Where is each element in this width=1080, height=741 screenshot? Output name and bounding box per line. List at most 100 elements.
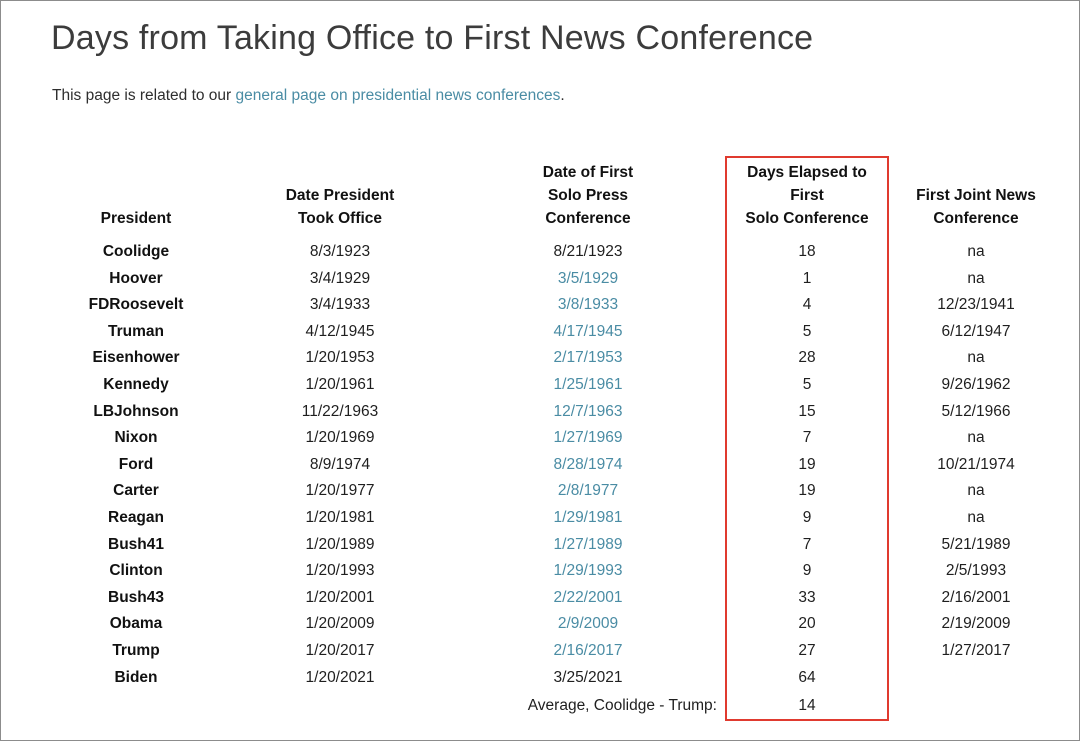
cell-solo-date[interactable]: 2/9/2009 (451, 611, 725, 638)
cell-president: FDRoosevelt (88, 296, 184, 314)
spacer-cell (1, 319, 43, 346)
cell-solo-date[interactable]: 2/17/1953 (451, 345, 725, 372)
cell-solo-date: 8/21/1923 (553, 243, 623, 260)
cell-joint-date: na (967, 508, 985, 526)
spacer-cell (1063, 638, 1079, 665)
cell-days-elapsed: 1 (802, 269, 812, 287)
cell-solo-date[interactable]: 3/8/1933 (451, 292, 725, 319)
cell-took-office: 1/20/2021 (305, 668, 375, 686)
table-header: President Date President Took Office Date… (1, 161, 1079, 239)
cell-president: Biden (114, 668, 158, 686)
cell-took-office: 1/20/1989 (305, 535, 375, 553)
cell-solo-date[interactable]: 1/29/1981 (451, 505, 725, 532)
table-body: Coolidge 8/3/1923 8/21/1923 18 na Hoover 3/4/1… (1, 239, 1079, 721)
table-header-row: President Date President Took Office Date… (1, 161, 1079, 239)
solo-conference-link[interactable]: 2/16/2017 (554, 642, 623, 659)
cell-solo-date: 3/25/2021 (553, 668, 623, 686)
spacer-cell (1063, 532, 1079, 559)
table-row: LBJohnson 11/22/1963 12/7/1963 15 5/12/1966 (1, 399, 1079, 426)
spacer-cell (1, 372, 43, 399)
cell-days-elapsed: 18 (798, 243, 816, 260)
spacer-cell (1063, 319, 1079, 346)
solo-conference-link[interactable]: 1/29/1993 (554, 562, 623, 579)
cell-days-elapsed: 5 (802, 375, 812, 393)
solo-conference-link[interactable]: 12/7/1963 (554, 403, 623, 420)
solo-conference-link[interactable]: 4/17/1945 (554, 323, 623, 340)
spacer-cell (1063, 585, 1079, 612)
cell-joint-date: 12/23/1941 (937, 296, 1015, 314)
cell-took-office: 3/4/1933 (309, 296, 371, 314)
table-row: FDRoosevelt 3/4/1933 3/8/1933 4 12/23/1941 (1, 292, 1079, 319)
solo-conference-link[interactable]: 2/8/1977 (558, 482, 618, 499)
spacer-cell (1, 452, 43, 479)
cell-solo-date[interactable]: 3/5/1929 (451, 266, 725, 293)
cell-president: Eisenhower (92, 349, 180, 367)
subtitle-text-after: . (560, 87, 565, 104)
cell-president: Carter (113, 482, 159, 500)
cell-solo-date[interactable]: 1/27/1969 (451, 425, 725, 452)
cell-joint-date: 2/16/2001 (941, 588, 1011, 606)
solo-conference-link[interactable]: 8/28/1974 (554, 456, 623, 473)
column-header-solo-conference: Date of First Solo Press Conference (542, 164, 634, 227)
average-label: Average, Coolidge - Trump: (527, 697, 717, 715)
cell-president: Clinton (109, 562, 163, 580)
cell-president: LBJohnson (93, 402, 179, 420)
cell-days-elapsed: 4 (802, 296, 812, 314)
cell-solo-date[interactable]: 1/29/1993 (451, 558, 725, 585)
cell-solo-date[interactable]: 2/16/2017 (451, 638, 725, 665)
spacer-cell (1, 425, 43, 452)
table-row: Obama 1/20/2009 2/9/2009 20 2/19/2009 (1, 611, 1079, 638)
general-page-link[interactable]: general page on presidential news confer… (236, 87, 561, 104)
table-row: Truman 4/12/1945 4/17/1945 5 6/12/1947 (1, 319, 1079, 346)
cell-joint-date: 6/12/1947 (941, 322, 1011, 340)
cell-solo-date[interactable]: 4/17/1945 (451, 319, 725, 346)
table-row: Bush43 1/20/2001 2/22/2001 33 2/16/2001 (1, 585, 1079, 612)
cell-president: Trump (112, 641, 160, 659)
cell-president: Hoover (109, 269, 163, 287)
solo-conference-link[interactable]: 1/27/1969 (554, 429, 623, 446)
cell-joint-date: na (967, 349, 985, 367)
solo-conference-link[interactable]: 2/22/2001 (554, 589, 623, 606)
cell-solo-date[interactable]: 12/7/1963 (451, 399, 725, 426)
solo-conference-link[interactable]: 1/25/1961 (554, 376, 623, 393)
cell-president: Kennedy (103, 375, 169, 393)
cell-solo-date[interactable]: 2/8/1977 (451, 478, 725, 505)
solo-conference-link[interactable]: 1/29/1981 (554, 509, 623, 526)
table-average-row: Average, Coolidge - Trump: 14 (1, 691, 1079, 721)
cell-president: Nixon (114, 429, 158, 447)
table-row: Eisenhower 1/20/1953 2/17/1953 28 na (1, 345, 1079, 372)
spacer-cell (1, 558, 43, 585)
cell-solo-date[interactable]: 8/28/1974 (451, 452, 725, 479)
cell-days-elapsed: 9 (802, 508, 812, 526)
solo-conference-link[interactable]: 2/9/2009 (558, 615, 618, 632)
spacer-cell (1063, 399, 1079, 426)
cell-solo-date[interactable]: 1/25/1961 (451, 372, 725, 399)
cell-days-elapsed: 5 (802, 322, 812, 340)
spacer-cell (1, 611, 43, 638)
spacer-cell (1063, 478, 1079, 505)
solo-conference-link[interactable]: 3/8/1933 (558, 296, 618, 313)
spacer-cell (1, 399, 43, 426)
cell-days-elapsed: 7 (802, 429, 812, 447)
cell-joint-date: na (967, 269, 985, 287)
spacer-cell (1, 585, 43, 612)
table-row: Coolidge 8/3/1923 8/21/1923 18 na (1, 239, 1079, 266)
solo-conference-link[interactable]: 1/27/1989 (554, 536, 623, 553)
cell-joint-date (889, 665, 1063, 692)
spacer-cell (1, 292, 43, 319)
spacer-cell (1, 345, 43, 372)
cell-joint-date: na (967, 429, 985, 447)
solo-conference-link[interactable]: 2/17/1953 (554, 349, 623, 366)
cell-days-elapsed: 19 (798, 482, 816, 500)
column-header-joint-conference: First Joint News Conference (916, 187, 1036, 227)
table-row: Nixon 1/20/1969 1/27/1969 7 na (1, 425, 1079, 452)
cell-took-office: 1/20/1969 (305, 429, 375, 447)
table-row: Kennedy 1/20/1961 1/25/1961 5 9/26/1962 (1, 372, 1079, 399)
cell-days-elapsed: 7 (802, 535, 812, 553)
cell-solo-date[interactable]: 2/22/2001 (451, 585, 725, 612)
spacer-cell (1063, 372, 1079, 399)
spacer-cell (1, 505, 43, 532)
cell-solo-date[interactable]: 1/27/1989 (451, 532, 725, 559)
spacer-cell (1, 478, 43, 505)
solo-conference-link[interactable]: 3/5/1929 (558, 270, 618, 287)
